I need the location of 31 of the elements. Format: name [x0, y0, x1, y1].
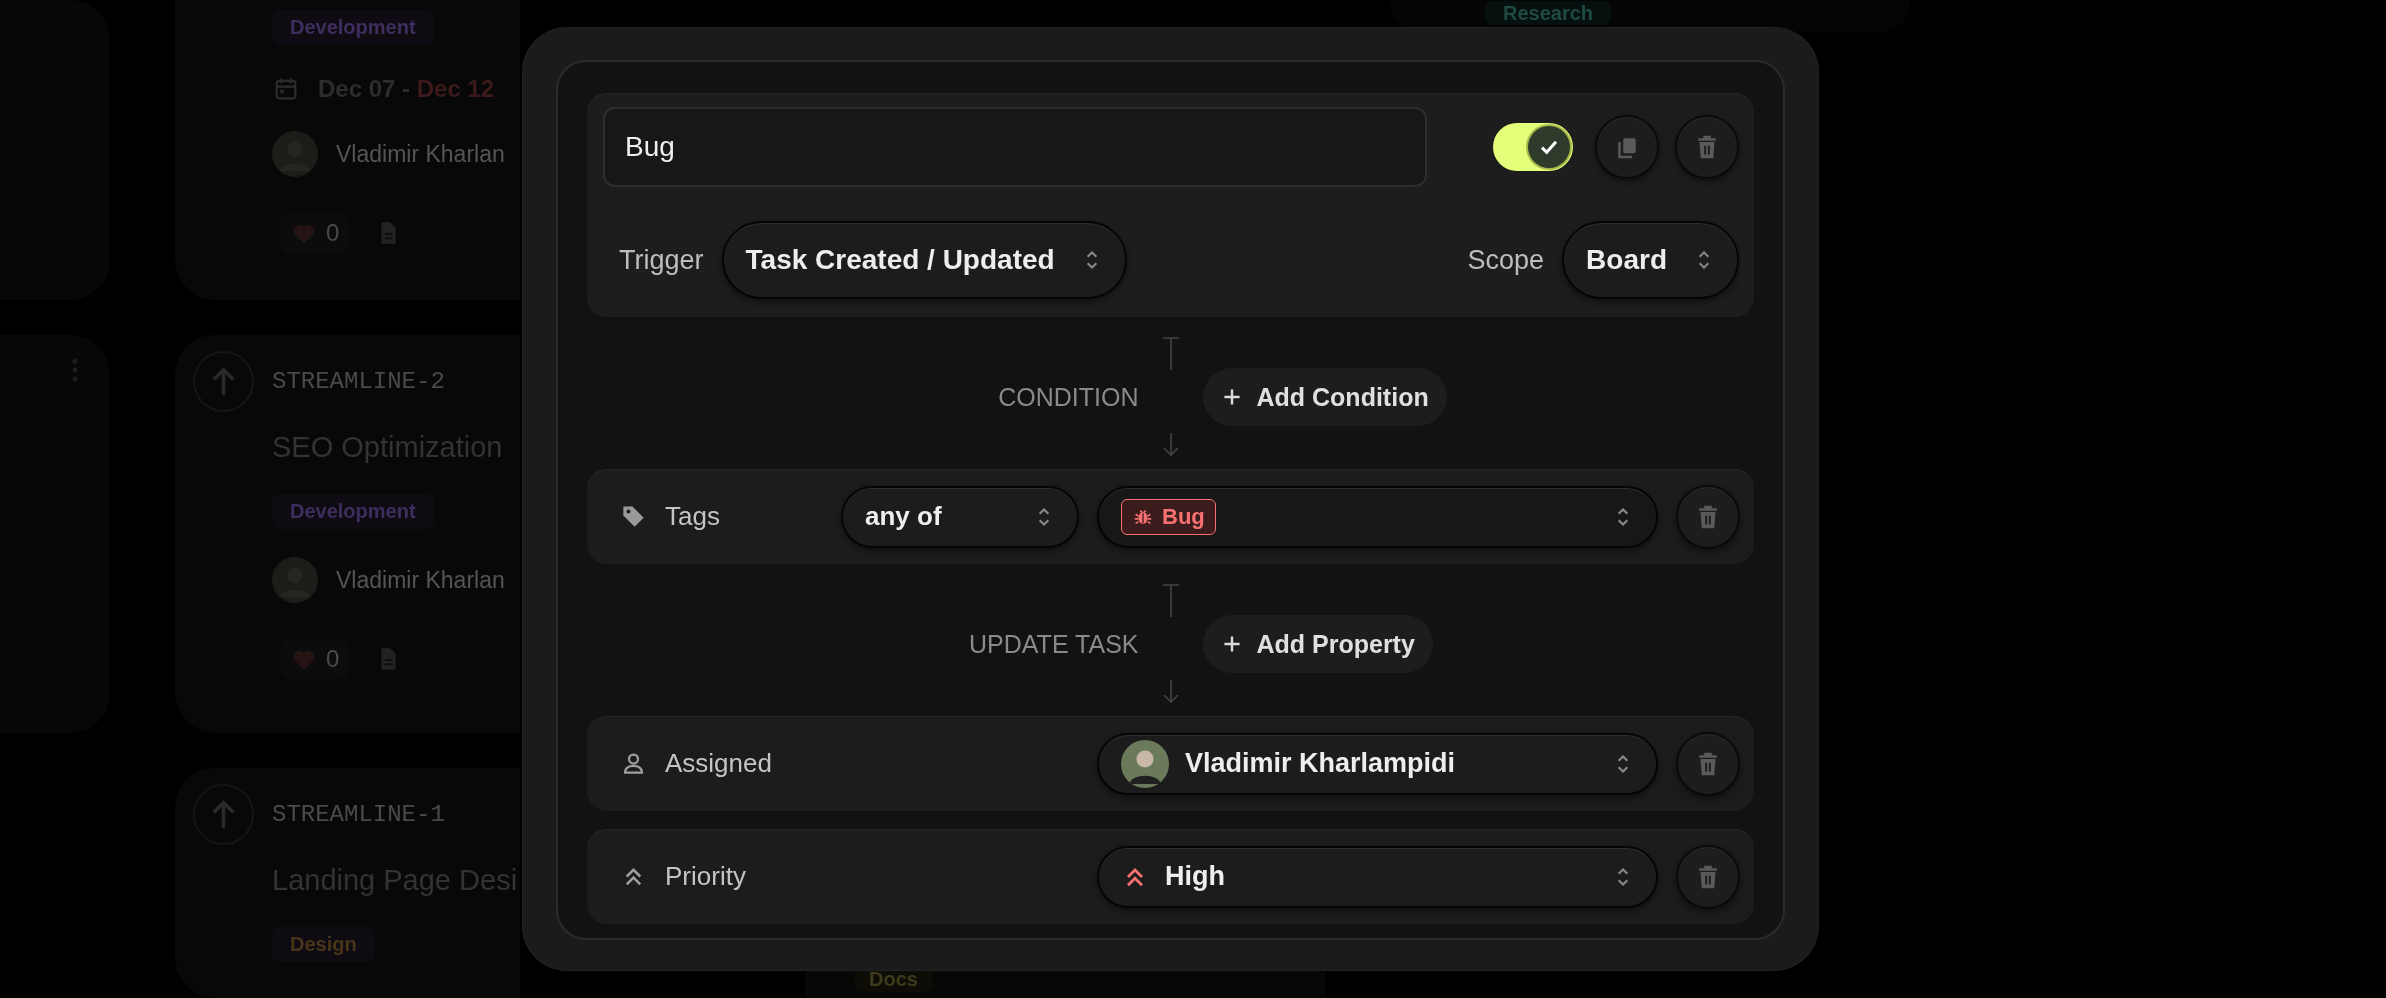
task-id: STREAMLINE-2 [272, 368, 445, 395]
avatar [272, 131, 318, 177]
scope-label: Scope [1467, 244, 1545, 276]
tag: Research [1485, 1, 1612, 25]
scope-select[interactable]: Board [1562, 221, 1739, 299]
trigger-label: Trigger [619, 244, 704, 276]
tag: Design [272, 927, 375, 962]
operator-select[interactable]: any of [841, 485, 1079, 548]
value-select[interactable]: Bug [1097, 485, 1658, 548]
tag: Development [272, 494, 434, 529]
task-id: STREAMLINE-1 [272, 801, 445, 828]
tag-chip: Bug [1121, 498, 1216, 535]
enable-toggle[interactable] [1493, 123, 1573, 171]
avatar [1121, 739, 1169, 788]
assignee-name: Vladimir Kharlan [336, 140, 505, 168]
value-select[interactable]: Vladimir Kharlampidi [1097, 732, 1658, 795]
avatar [272, 557, 318, 603]
assignee-name: Vladimir Kharlampidi [1185, 748, 1456, 779]
tag: Development [272, 10, 434, 45]
priority-value: High [1165, 861, 1225, 892]
field-label: Assigned [665, 748, 772, 779]
field-label: Priority [665, 861, 746, 892]
rule-name-field[interactable]: Bug [603, 107, 1427, 187]
value-select[interactable]: High [1097, 845, 1658, 908]
section-label: UPDATE TASK [969, 629, 1139, 659]
assignee-name: Vladimir Kharlan [336, 566, 505, 594]
section-label: CONDITION [998, 382, 1139, 412]
field-label: Tags [665, 501, 720, 532]
trigger-select[interactable]: Task Created / Updated [721, 221, 1127, 299]
add-button[interactable]: Add Property [1202, 615, 1433, 673]
add-button[interactable]: Add Condition [1202, 368, 1447, 426]
